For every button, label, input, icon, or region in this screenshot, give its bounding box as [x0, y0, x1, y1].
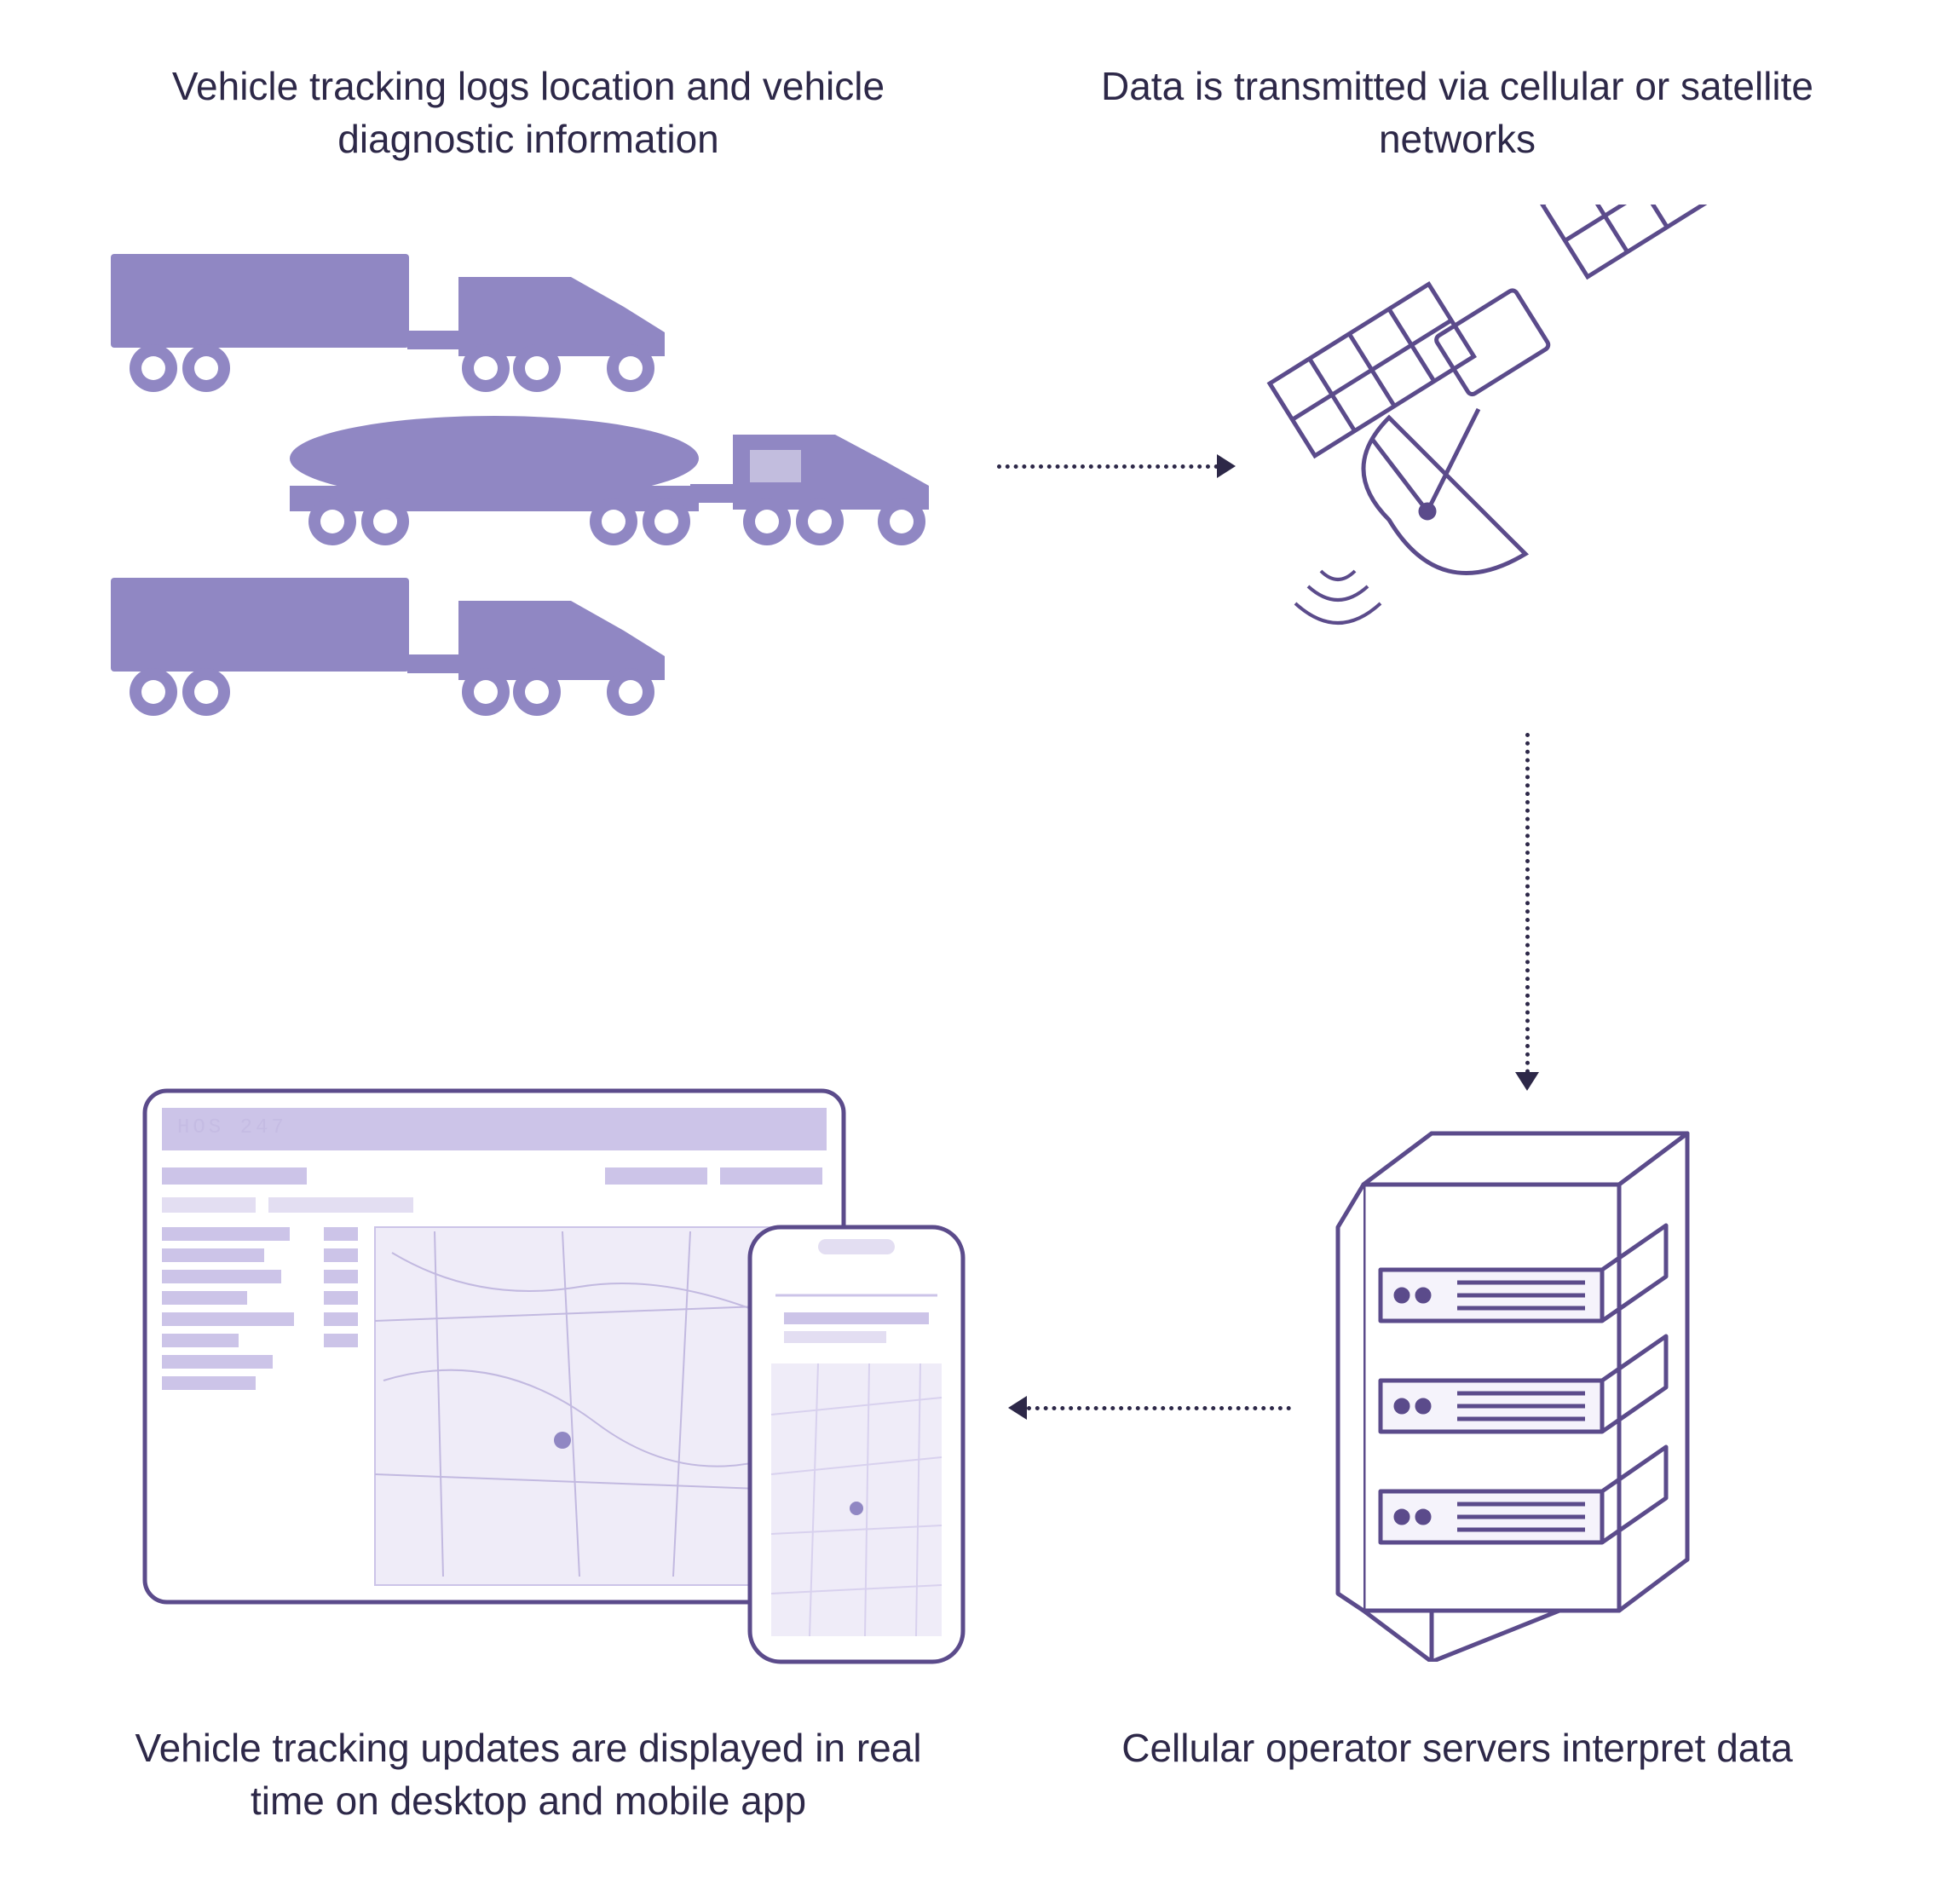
flow-arrow-3: [1027, 1406, 1291, 1410]
flow-arrow-1: [997, 464, 1219, 469]
flow-arrowhead-2: [1515, 1072, 1539, 1091]
flow-arrowhead-3: [1008, 1396, 1027, 1420]
monitor-brand-text: HOS 247: [177, 1116, 287, 1139]
satellite-icon: [1219, 205, 1747, 682]
devices-icon: HOS 247: [136, 1082, 980, 1679]
server-rack-icon: [1329, 1116, 1721, 1662]
trucks-icon: [111, 239, 963, 716]
caption-step1: Vehicle tracking logs location and vehic…: [153, 60, 903, 165]
flow-arrow-2: [1525, 733, 1530, 1074]
caption-step3: Cellular operator servers interpret data: [1091, 1721, 1824, 1774]
caption-step4: Vehicle tracking updates are displayed i…: [102, 1721, 954, 1827]
caption-step2: Data is transmitted via cellular or sate…: [1091, 60, 1824, 165]
